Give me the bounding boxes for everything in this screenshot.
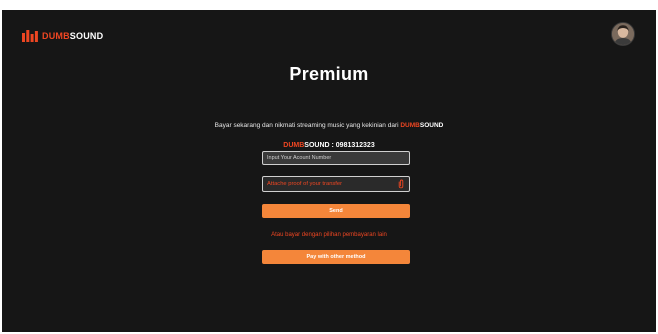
alternative-payment-text: Atau bayar dengan pilihan pembayaran lai…	[271, 232, 387, 238]
account-number-display: DUMBSOUND : 0981312323	[283, 142, 375, 149]
account-number-input[interactable]	[262, 151, 410, 165]
info-brand: DUMBSOUND	[400, 122, 444, 129]
attachment-icon	[398, 179, 404, 189]
proof-upload-label: Attache proof of your transfer	[267, 181, 343, 187]
info-text: Bayar sekarang dan nikmati streaming mus…	[214, 122, 444, 129]
dumbsound-logo-icon	[22, 30, 38, 42]
page-title: Premium	[289, 64, 369, 84]
brand-name: DUMBSOUND	[42, 31, 104, 41]
send-button[interactable]: Send	[262, 204, 410, 218]
proof-upload-field[interactable]: Attache proof of your transfer	[262, 176, 410, 192]
pay-other-method-button[interactable]: Pay with other method	[262, 250, 410, 264]
header: DUMBSOUND	[2, 10, 656, 58]
brand-logo[interactable]: DUMBSOUND	[22, 30, 103, 42]
avatar-image	[612, 23, 634, 45]
app-window: DUMBSOUND Premium Bayar sekarang dan nik…	[2, 10, 656, 332]
user-avatar[interactable]	[611, 22, 635, 46]
